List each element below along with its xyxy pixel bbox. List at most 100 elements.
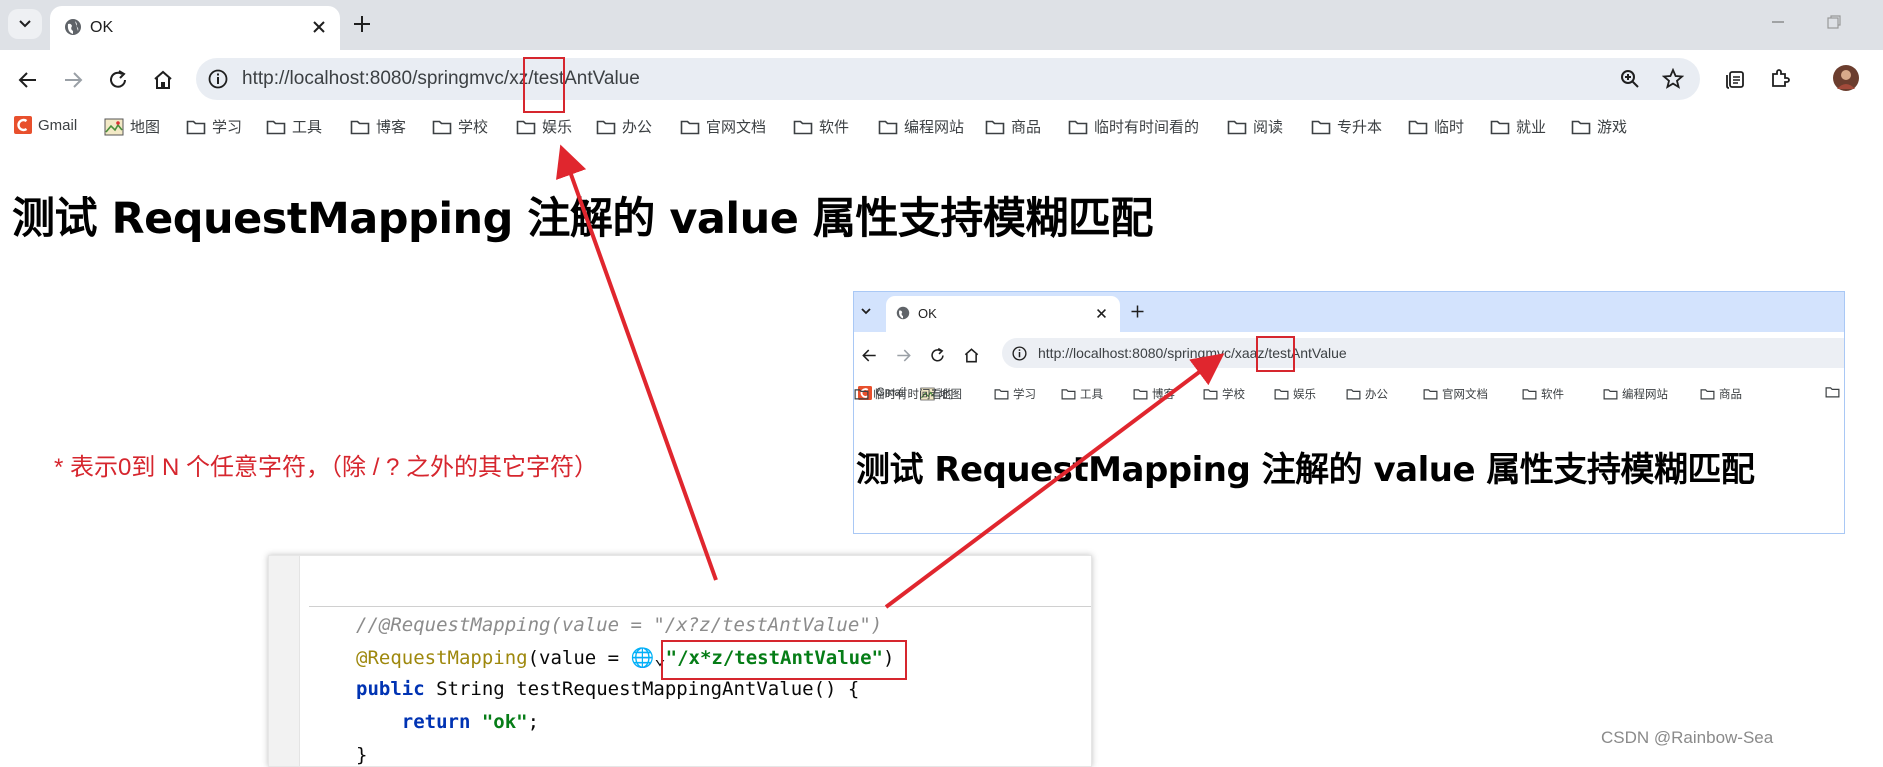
bookmark-folder[interactable]: 娱乐: [1274, 386, 1316, 402]
bookmark-folder[interactable]: 临时有时间看的: [1068, 116, 1199, 137]
folder-icon: [793, 120, 813, 134]
tab-search-button[interactable]: [8, 9, 42, 39]
bookmark-folder[interactable]: 娱乐: [516, 116, 572, 137]
close-icon[interactable]: [312, 20, 326, 34]
folder-icon: [1603, 389, 1618, 400]
bookmark-overflow-folder[interactable]: [1825, 386, 1840, 398]
divider: [309, 606, 1091, 607]
bookmark-label: 办公: [1365, 389, 1388, 401]
bookmark-label: 学校: [458, 119, 489, 136]
home-icon[interactable]: [963, 347, 980, 364]
folder-icon: [985, 120, 1005, 134]
bookmark-folder[interactable]: 工具: [266, 116, 322, 137]
url-text[interactable]: http://localhost:8080/springmvc/xz/testA…: [242, 68, 640, 90]
close-icon[interactable]: [1096, 308, 1107, 319]
bookmark-label: 就业: [1516, 119, 1547, 136]
bookmark-label: 博客: [376, 119, 407, 136]
keyword-token: public: [356, 678, 425, 700]
bookmark-folder[interactable]: 办公: [596, 116, 652, 137]
code-token: (value =: [527, 647, 631, 669]
chevron-down-icon[interactable]: [860, 305, 872, 317]
page-heading: 测试 RequestMapping 注解的 value 属性支持模糊匹配: [12, 194, 1153, 244]
forward-icon[interactable]: [62, 69, 84, 91]
page-heading: 测试 RequestMapping 注解的 value 属性支持模糊匹配: [856, 450, 1755, 490]
site-info-icon[interactable]: [208, 69, 228, 89]
editor-gutter: [269, 556, 300, 766]
bookmark-folder[interactable]: 办公: [1346, 386, 1388, 402]
code-line-method: public String testRequestMappingAntValue…: [356, 678, 859, 700]
folder-icon: [1522, 389, 1537, 400]
url-highlight-box: [1256, 336, 1295, 372]
bookmark-folder[interactable]: 游戏: [1571, 116, 1627, 137]
bookmark-label: 软件: [1541, 389, 1564, 401]
gmail-icon: [14, 116, 32, 134]
folder-icon: [1825, 387, 1840, 398]
folder-icon: [1203, 389, 1218, 400]
reload-icon[interactable]: [929, 347, 946, 364]
bookmark-folder[interactable]: 商品: [985, 116, 1041, 137]
folder-icon: [350, 120, 370, 134]
bookmark-folder[interactable]: 官网文档: [680, 116, 766, 137]
folder-icon: [1490, 120, 1510, 134]
bookmark-folder[interactable]: 商品: [1700, 386, 1742, 402]
new-tab-icon[interactable]: [352, 14, 372, 34]
bookmark-folder[interactable]: 学校: [432, 116, 488, 137]
code-highlight-box: [661, 640, 907, 680]
bookmark-label: Gmail: [38, 116, 78, 134]
bookmark-folder[interactable]: 博客: [1133, 386, 1175, 402]
forward-icon[interactable]: [895, 347, 912, 364]
bookmark-folder[interactable]: 临时: [1408, 116, 1464, 137]
code-editor-panel: //@RequestMapping(value = "/x?z/testAntV…: [268, 555, 1092, 767]
chevron-down-icon: [19, 20, 31, 28]
bookmark-folder[interactable]: 学校: [1203, 386, 1245, 402]
bookmark-folder[interactable]: 专升本: [1311, 116, 1382, 137]
bookmark-folder[interactable]: 官网文档: [1423, 386, 1488, 402]
tab-ok[interactable]: OK: [50, 6, 340, 50]
bookmark-gmail[interactable]: Gmail: [14, 116, 77, 134]
home-icon[interactable]: [152, 69, 174, 91]
watermark: CSDN @Rainbow-Sea: [1601, 728, 1774, 747]
inset-tab-ok[interactable]: OK: [886, 296, 1120, 332]
bookmark-star-icon[interactable]: [1662, 68, 1684, 90]
bookmark-folder[interactable]: 编程网站: [878, 116, 964, 137]
avatar[interactable]: [1833, 65, 1859, 91]
new-tab-icon[interactable]: [1130, 304, 1145, 319]
address-bar[interactable]: http://localhost:8080/springmvc/xz/testA…: [196, 58, 1700, 100]
bookmark-label: 游戏: [1597, 119, 1628, 136]
bookmark-folder[interactable]: 博客: [350, 116, 406, 137]
bookmark-label: 地图: [130, 119, 161, 136]
folder-icon: [1700, 389, 1715, 400]
bookmark-label: 娱乐: [542, 119, 573, 136]
tab-groups-icon[interactable]: [1724, 68, 1746, 90]
bookmark-folder[interactable]: 临时有时间看的: [854, 386, 954, 402]
bookmark-label: 官网文档: [706, 119, 767, 136]
map-icon: [104, 118, 124, 135]
folder-icon: [878, 120, 898, 134]
back-icon[interactable]: [861, 347, 878, 364]
bookmark-folder[interactable]: 就业: [1490, 116, 1546, 137]
folder-icon: [432, 120, 452, 134]
bookmark-folder[interactable]: 学习: [994, 386, 1036, 402]
extensions-icon[interactable]: [1769, 67, 1791, 89]
code-line-comment: //@RequestMapping(value = "/x?z/testAntV…: [356, 614, 883, 636]
bookmark-folder[interactable]: 学习: [186, 116, 242, 137]
bookmark-folder[interactable]: 软件: [793, 116, 849, 137]
bookmark-folder[interactable]: 软件: [1522, 386, 1564, 402]
bookmark-label: 专升本: [1337, 119, 1383, 136]
site-info-icon[interactable]: [1012, 346, 1027, 361]
bookmark-label: 软件: [819, 119, 850, 136]
bookmark-folder[interactable]: 工具: [1061, 386, 1103, 402]
folder-icon: [516, 120, 536, 134]
url-text[interactable]: http://localhost:8080/springmvc/xaaz/tes…: [1038, 345, 1347, 361]
back-icon[interactable]: [17, 69, 39, 91]
globe-icon: [896, 306, 910, 320]
zoom-icon[interactable]: [1620, 69, 1640, 89]
restore-icon[interactable]: [1826, 14, 1842, 30]
inset-address-bar[interactable]: http://localhost:8080/springmvc/xaaz/tes…: [1002, 338, 1844, 368]
minimize-icon[interactable]: [1770, 14, 1786, 30]
folder-icon: [1571, 120, 1591, 134]
bookmark-folder[interactable]: 编程网站: [1603, 386, 1668, 402]
bookmark-folder[interactable]: 阅读: [1227, 116, 1283, 137]
reload-icon[interactable]: [107, 69, 129, 91]
bookmark-map[interactable]: 地图: [104, 116, 160, 137]
